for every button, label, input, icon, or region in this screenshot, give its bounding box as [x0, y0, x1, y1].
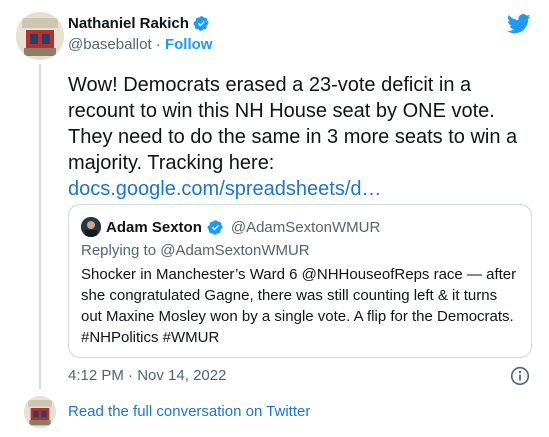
handle-separator: · — [155, 36, 161, 53]
tweet-date: Nov 14, 2022 — [137, 367, 227, 384]
quote-author-avatar — [81, 217, 101, 237]
replying-to-label: Replying to @AdamSextonWMUR — [81, 242, 310, 259]
author-name[interactable]: Nathaniel Rakich — [68, 15, 189, 32]
tweet-body: Wow! Democrats erased a 23-vote deficit … — [68, 74, 518, 174]
twitter-bird-icon[interactable] — [507, 14, 531, 34]
quote-author-handle: @AdamSextonWMUR — [230, 218, 381, 236]
timestamp-separator: · — [128, 367, 134, 384]
verified-badge-icon — [207, 219, 224, 236]
embedded-tweet-card: Nathaniel Rakich @baseballot · Follow Wo… — [0, 0, 549, 437]
author-header: Nathaniel Rakich @baseballot · Follow — [68, 15, 212, 53]
quote-text: Shocker in Manchester’s Ward 6 @NHHouseo… — [81, 266, 517, 346]
info-icon[interactable] — [510, 366, 530, 386]
follow-button[interactable]: Follow — [165, 36, 213, 53]
read-full-conversation-link[interactable]: Read the full conversation on Twitter — [68, 403, 310, 420]
spreadsheet-link[interactable]: docs.google.com/spreadsheets/d… — [68, 176, 533, 202]
reader-avatar — [24, 396, 56, 428]
author-avatar[interactable] — [16, 12, 64, 60]
tweet-text: Wow! Democrats erased a 23-vote deficit … — [68, 72, 533, 202]
verified-badge-icon — [193, 15, 210, 32]
tweet-timestamp[interactable]: 4:12 PM · Nov 14, 2022 — [68, 367, 226, 384]
quote-author-name: Adam Sexton — [106, 218, 202, 236]
thread-connector-line — [39, 64, 41, 389]
quoted-tweet[interactable]: Adam Sexton @AdamSextonWMUR Replying to … — [68, 204, 532, 358]
tweet-time: 4:12 PM — [68, 367, 124, 384]
author-handle[interactable]: @baseballot — [68, 36, 152, 53]
